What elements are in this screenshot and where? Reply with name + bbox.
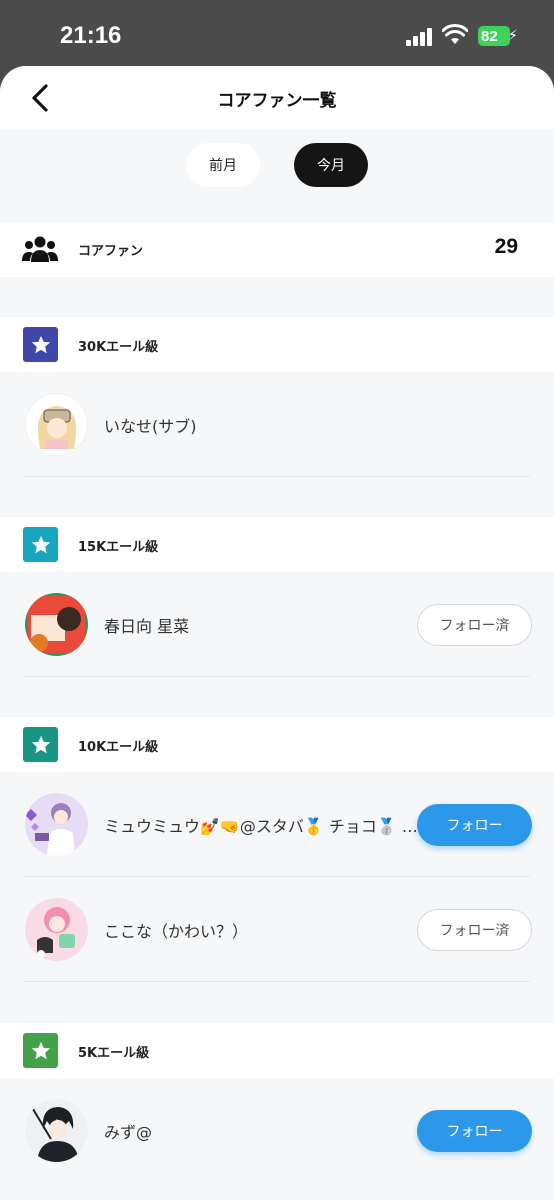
tier-label: 5Kエール級 <box>78 1046 150 1061</box>
avatar <box>25 393 88 456</box>
avatar <box>25 1099 88 1162</box>
tier-header-5k: 5Kエール級 <box>0 1023 554 1078</box>
fan-name: 春日向 星菜 <box>104 617 190 636</box>
fan-row[interactable]: いなせ(サブ) <box>0 372 554 477</box>
follow-button[interactable]: フォロー <box>417 1110 532 1152</box>
avatar <box>25 793 88 856</box>
row-divider <box>24 476 530 477</box>
tab-previous-month[interactable]: 前月 <box>186 143 260 187</box>
battery-level: 82 <box>481 27 498 45</box>
row-divider <box>24 981 530 982</box>
tier-header-10k: 10Kエール級 <box>0 717 554 772</box>
nav-bar: コアファン一覧 <box>0 66 554 130</box>
people-group-icon <box>22 236 58 262</box>
tier-label: 15Kエール級 <box>78 540 159 555</box>
tier-header-15k: 15Kエール級 <box>0 517 554 572</box>
avatar <box>25 593 88 656</box>
star-icon <box>23 527 58 562</box>
star-icon <box>23 1033 58 1068</box>
fan-row[interactable]: ここな（かわい？） フォロー済 <box>0 877 554 982</box>
follow-button[interactable]: フォロー <box>417 804 532 846</box>
wifi-icon <box>442 24 468 44</box>
fan-row[interactable]: みず@ フォロー <box>0 1078 554 1183</box>
charging-bolt-icon: ⚡ <box>508 28 518 44</box>
star-icon <box>23 727 58 762</box>
following-button[interactable]: フォロー済 <box>417 909 532 951</box>
cellular-signal-icon <box>406 28 434 46</box>
core-fan-count: 29 <box>494 235 518 258</box>
fan-name: みず@ <box>104 1123 153 1142</box>
fan-name: ミュウミュウ💅🤜@スタバ🥇 チョコ🥈 ポテト🥉 <box>104 817 422 836</box>
fan-name: ここな（かわい？） <box>104 922 249 941</box>
core-fan-summary: コアファン 29 <box>0 222 554 277</box>
fan-row[interactable]: 春日向 星菜 フォロー済 <box>0 572 554 677</box>
row-divider <box>24 676 530 677</box>
fan-name: いなせ(サブ) <box>104 417 197 436</box>
page-title: コアファン一覧 <box>217 91 337 111</box>
tab-current-month[interactable]: 今月 <box>294 143 368 187</box>
status-time: 21:16 <box>60 22 122 49</box>
core-fan-sheet: コアファン一覧 前月 今月 コアファン 29 30Kエール級 いなせ(サブ) 1… <box>0 66 554 1200</box>
following-button[interactable]: フォロー済 <box>417 604 532 646</box>
tier-header-30k: 30Kエール級 <box>0 317 554 372</box>
status-bar: 21:16 82 ⚡ <box>0 0 554 70</box>
battery-indicator: 82 <box>478 26 510 46</box>
fan-row[interactable]: ミュウミュウ💅🤜@スタバ🥇 チョコ🥈 ポテト🥉 フォロー <box>0 772 554 877</box>
summary-label: コアファン <box>78 244 144 259</box>
star-icon <box>23 327 58 362</box>
tier-label: 30Kエール級 <box>78 340 159 355</box>
avatar <box>25 898 88 961</box>
tier-label: 10Kエール級 <box>78 740 159 755</box>
